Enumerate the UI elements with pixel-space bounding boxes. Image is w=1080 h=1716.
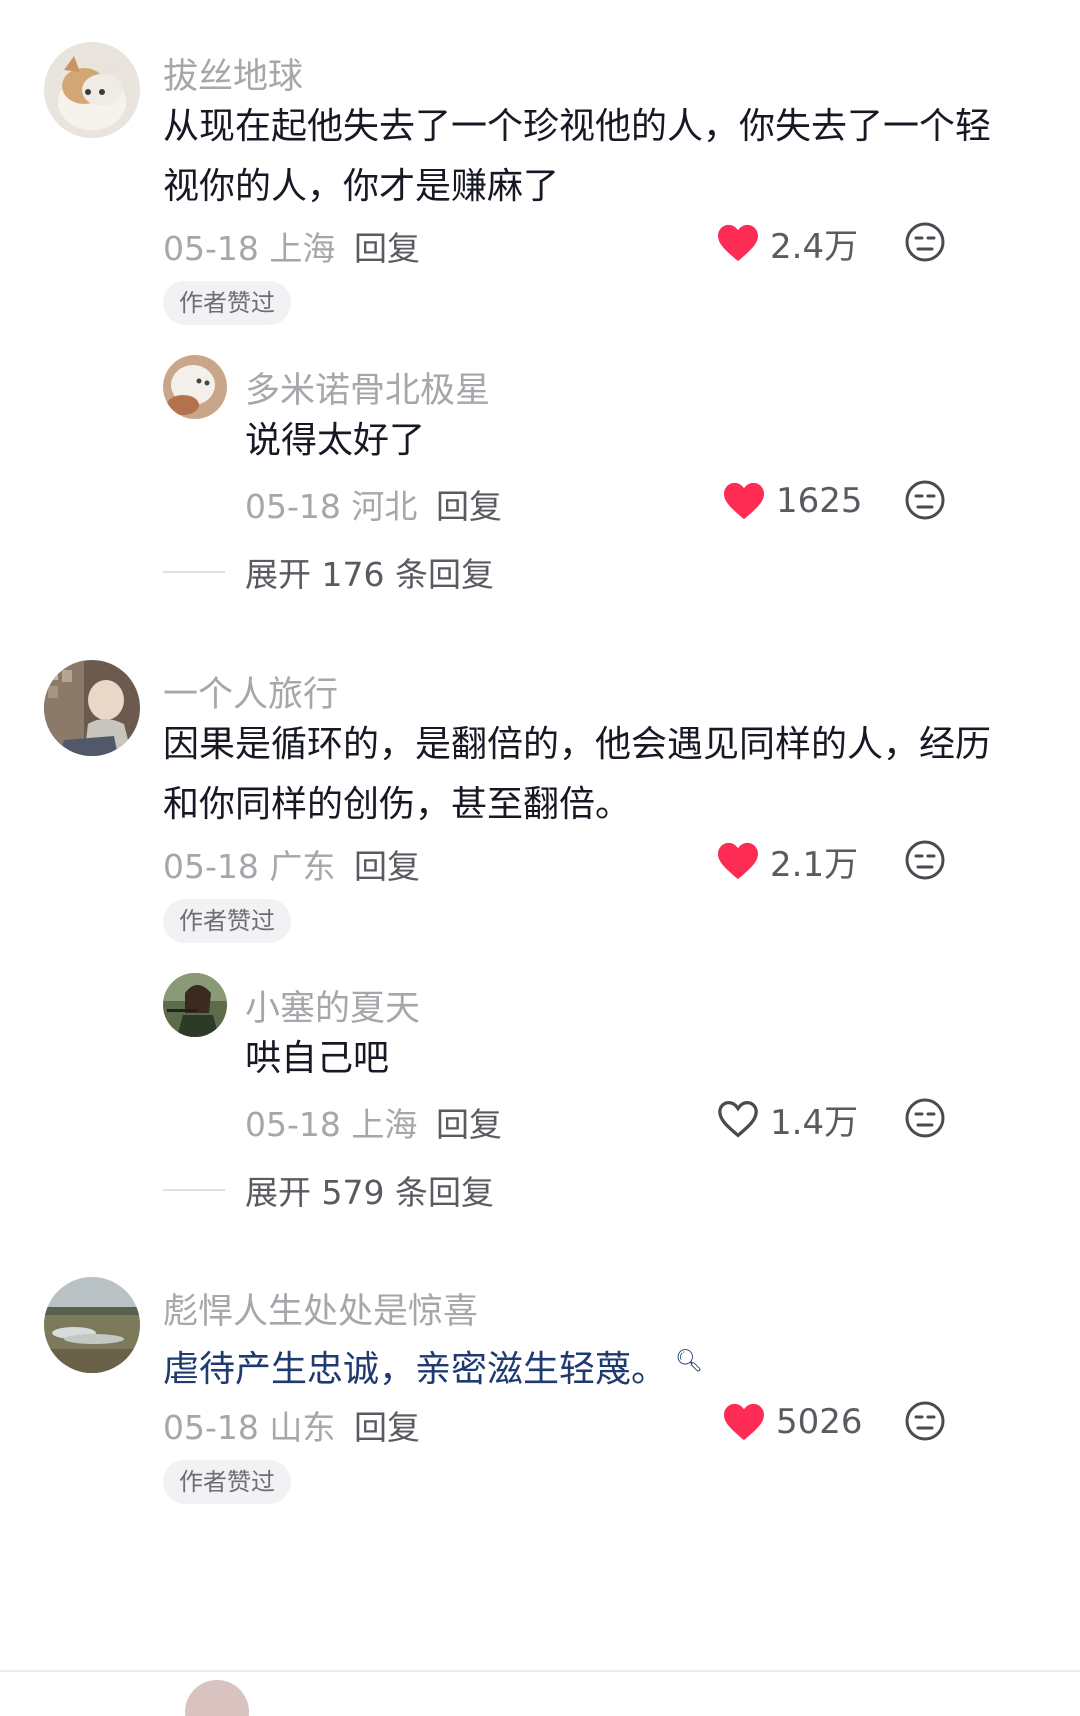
dislike-face-icon xyxy=(905,1098,945,1138)
reply-username[interactable]: 小塞的夏天 xyxy=(245,980,420,1031)
heart-filled-icon xyxy=(718,224,758,262)
avatar[interactable] xyxy=(44,1277,140,1373)
dislike-button[interactable] xyxy=(904,1400,946,1442)
username[interactable]: 拔丝地球 xyxy=(163,48,303,99)
comment-date-location: 05-18 上海 xyxy=(163,229,336,268)
comment-date-location: 05-18 山东 xyxy=(163,1408,336,1447)
like-count: 2.4万 xyxy=(770,226,859,267)
avatar[interactable] xyxy=(163,973,227,1037)
dislike-button[interactable] xyxy=(904,1097,946,1139)
comment-text: 因果是循环的，是翻倍的，他会遇见同样的人，经历和你同样的创伤，甚至翻倍。 xyxy=(163,724,992,825)
comment-text: 从现在起他失去了一个珍视他的人，你失去了一个轻视你的人，你才是赚麻了 xyxy=(163,106,992,207)
expand-replies-button[interactable]: 展开 579 条回复 xyxy=(163,1166,494,1214)
author-liked-badge: 作者赞过 xyxy=(163,1460,291,1504)
dislike-face-icon xyxy=(905,1401,945,1441)
dislike-face-icon xyxy=(905,222,945,262)
expand-replies-button[interactable]: 展开 176 条回复 xyxy=(163,548,494,596)
dislike-face-icon xyxy=(905,840,945,880)
comment-text-content: 虐待产生忠诚，亲密滋生轻蔑。 xyxy=(163,1349,668,1390)
avatar[interactable] xyxy=(185,1680,249,1716)
divider-line xyxy=(0,1670,1080,1672)
like-button[interactable]: 1625 xyxy=(722,476,863,526)
reply-date-location: 05-18 上海 xyxy=(245,1105,418,1144)
dislike-button[interactable] xyxy=(904,221,946,263)
like-count: 1625 xyxy=(776,481,863,521)
reply-button[interactable]: 回复 xyxy=(354,840,420,888)
avatar[interactable] xyxy=(44,42,140,138)
reply-text: 哄自己吧 xyxy=(245,1038,390,1079)
reply-button[interactable]: 回复 xyxy=(354,222,420,270)
heart-filled-icon xyxy=(724,1403,764,1441)
divider-line xyxy=(163,1189,225,1191)
avatar[interactable] xyxy=(44,660,140,756)
reply-button[interactable]: 回复 xyxy=(354,1401,420,1449)
avatar[interactable] xyxy=(163,355,227,419)
comment-date-location: 05-18 广东 xyxy=(163,847,336,886)
reply-date-location: 05-18 河北 xyxy=(245,487,418,526)
dislike-face-icon xyxy=(905,480,945,520)
like-count: 2.1万 xyxy=(770,844,859,885)
dislike-button[interactable] xyxy=(904,839,946,881)
like-count: 1.4万 xyxy=(770,1102,859,1143)
heart-filled-icon xyxy=(724,482,764,520)
dislike-button[interactable] xyxy=(904,479,946,521)
username[interactable]: 彪悍人生处处是惊喜 xyxy=(163,1283,478,1334)
like-count: 5026 xyxy=(776,1402,863,1442)
heart-outline-icon xyxy=(718,1100,758,1138)
reply-button[interactable]: 回复 xyxy=(436,1098,502,1146)
reply-button[interactable]: 回复 xyxy=(436,480,502,528)
reply-username[interactable]: 多米诺骨北极星 xyxy=(245,362,490,413)
like-button[interactable]: 2.1万 xyxy=(716,836,858,886)
expand-replies-label: 展开 176 条回复 xyxy=(245,555,494,594)
reply-text: 说得太好了 xyxy=(245,420,426,461)
heart-filled-icon xyxy=(718,842,758,880)
divider-line xyxy=(163,571,225,573)
author-liked-badge: 作者赞过 xyxy=(163,899,291,943)
username[interactable]: 一个人旅行 xyxy=(163,666,338,717)
expand-replies-label: 展开 579 条回复 xyxy=(245,1173,494,1212)
like-button[interactable]: 1.4万 xyxy=(716,1094,858,1144)
like-button[interactable]: 2.4万 xyxy=(716,218,858,268)
search-icon[interactable]: 🔍︎ xyxy=(675,1332,703,1392)
like-button[interactable]: 5026 xyxy=(722,1397,863,1447)
author-liked-badge: 作者赞过 xyxy=(163,281,291,325)
comment-text: 虐待产生忠诚，亲密滋生轻蔑。 🔍︎ xyxy=(163,1332,1023,1400)
